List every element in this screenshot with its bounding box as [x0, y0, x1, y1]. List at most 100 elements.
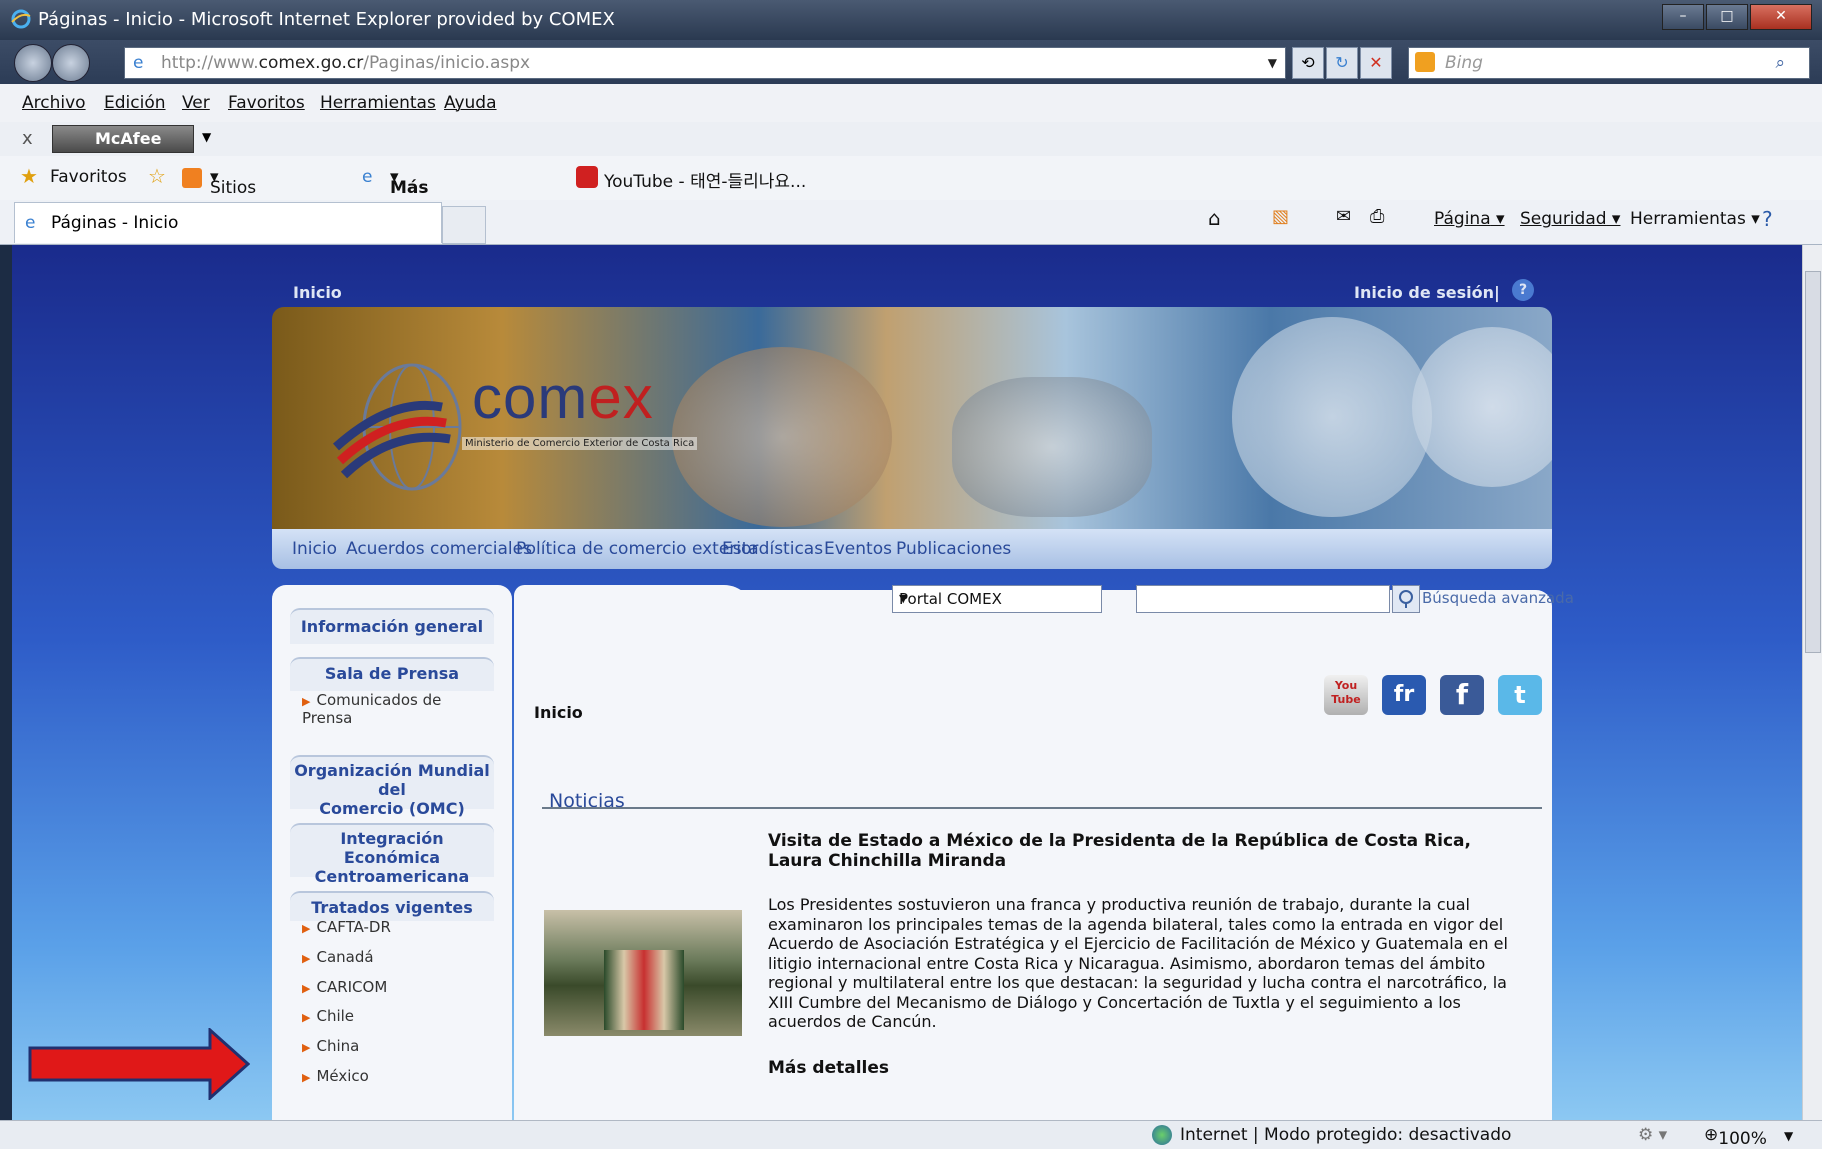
portal-select[interactable]: Portal COMEX ▼ [892, 585, 1102, 613]
news-title[interactable]: Visita de Estado a México de la Presiden… [768, 831, 1528, 871]
home-icon[interactable]: ⌂ [1208, 206, 1221, 230]
add-favorite-icon[interactable]: ☆ [148, 164, 166, 188]
sidebar-tratados[interactable]: Tratados vigentes [290, 891, 494, 921]
treaty-canada[interactable]: ▶ Canadá [302, 948, 374, 966]
red-arrow-annotation [28, 1028, 250, 1100]
news-divider [542, 807, 1542, 809]
treaty-caricom[interactable]: ▶ CARICOM [302, 978, 387, 996]
menu-herramientas[interactable]: Herramientas [320, 93, 436, 113]
news-image[interactable] [544, 910, 742, 1036]
treaty-chile[interactable]: ▶ Chile [302, 1007, 354, 1025]
youtube-link[interactable]: YouTube - 태연-들리나요... [604, 167, 806, 192]
news-body: Los Presidentes sostuvieron una franca y… [768, 895, 1508, 1031]
security-menu[interactable]: Seguridad ▾ [1520, 209, 1620, 229]
forward-button[interactable] [52, 44, 90, 82]
menu-ayuda[interactable]: Ayuda [444, 93, 497, 113]
tab-current[interactable]: e Páginas - Inicio [14, 202, 442, 243]
comex-logo[interactable]: comex Ministerio de Comercio Exterior de… [312, 357, 712, 497]
arrow-right-icon: ▶ [302, 982, 311, 995]
web-page: Inicio Inicio de sesión| ? comex Ministe… [12, 245, 1802, 1120]
url-path: /Paginas/inicio.aspx [363, 53, 531, 73]
feeds-icon[interactable]: ▧ [1272, 206, 1289, 227]
nav-eventos[interactable]: Eventos [824, 539, 892, 559]
toolbar-close-icon[interactable]: x [22, 128, 33, 149]
more-details-link[interactable]: Más detalles [768, 1058, 889, 1078]
treaty-cafta[interactable]: ▶ CAFTA-DR [302, 918, 391, 936]
advanced-search-link[interactable]: Búsqueda avanzada [1422, 589, 1574, 607]
title-bar: Páginas - Inicio - Microsoft Internet Ex… [0, 0, 1822, 40]
compat-view-button[interactable]: ⟲ [1292, 47, 1324, 79]
sidebar-sala-prensa[interactable]: Sala de Prensa [290, 657, 494, 691]
gear-icon[interactable]: ⚙ ▾ [1638, 1125, 1667, 1145]
url-domain: comex.go.cr [258, 53, 364, 73]
chevron-down-icon[interactable]: ▼ [1784, 1129, 1793, 1143]
nav-acuerdos[interactable]: Acuerdos comerciales [346, 539, 532, 559]
bing-icon [1415, 52, 1435, 72]
search-icon [1399, 590, 1413, 608]
search-icon[interactable]: ⌕ [1775, 48, 1785, 78]
treaty-china[interactable]: ▶ China [302, 1037, 359, 1055]
help-icon[interactable]: ? [1762, 207, 1773, 231]
menu-archivo[interactable]: Archivo [22, 93, 86, 113]
main-nav: Inicio Acuerdos comerciales Política de … [272, 529, 1552, 569]
menu-bar: Archivo Edición Ver Favoritos Herramient… [0, 84, 1822, 123]
twitter-social-icon[interactable]: t [1498, 675, 1542, 715]
flickr-social-icon[interactable]: fr [1382, 675, 1426, 715]
addons-link[interactable]: Más complementos ▾ [390, 167, 530, 218]
address-bar[interactable]: e http://www.comex.go.cr/Paginas/inicio.… [124, 47, 1286, 79]
nav-publicaciones[interactable]: Publicaciones [896, 539, 1011, 559]
chevron-down-icon: ▼ [899, 592, 908, 605]
security-zone[interactable]: Internet | Modo protegido: desactivado [1180, 1125, 1511, 1145]
arrow-right-icon: ▶ [302, 922, 311, 935]
nav-inicio[interactable]: Inicio [292, 539, 337, 559]
site-search-button[interactable] [1392, 585, 1420, 613]
minimize-button[interactable]: – [1662, 4, 1704, 30]
ie-icon [11, 9, 31, 29]
arrow-right-icon: ▶ [302, 1011, 311, 1024]
close-window-button[interactable]: ✕ [1750, 4, 1812, 30]
star-icon: ★ [20, 164, 38, 188]
favorites-button[interactable]: Favoritos [50, 167, 127, 187]
login-link[interactable]: Inicio de sesión| [1354, 283, 1500, 302]
nav-estadisticas[interactable]: Estadísticas [722, 539, 823, 559]
mcafee-button[interactable]: McAfee [52, 125, 194, 153]
maximize-button[interactable]: □ [1706, 4, 1748, 30]
print-icon[interactable]: ⎙ [1370, 206, 1384, 227]
treaty-mexico[interactable]: ▶ México [302, 1067, 369, 1085]
site-search-input[interactable] [1136, 585, 1390, 613]
chevron-down-icon[interactable]: ▼ [202, 130, 211, 144]
arrow-right-icon: ▶ [302, 1041, 311, 1054]
new-tab-button[interactable] [442, 206, 486, 244]
menu-ver[interactable]: Ver [182, 93, 210, 113]
stop-button[interactable]: ✕ [1360, 47, 1392, 79]
help-icon[interactable]: ? [1512, 279, 1534, 301]
refresh-button[interactable]: ↻ [1326, 47, 1358, 79]
scrollbar-thumb[interactable] [1805, 271, 1821, 653]
sidebar-integracion[interactable]: Integración Económica Centroamericana [290, 823, 494, 886]
facebook-social-icon[interactable]: f [1440, 675, 1484, 715]
breadcrumb[interactable]: Inicio [293, 283, 342, 302]
zoom-level[interactable]: ⊕ 100% [1704, 1125, 1767, 1149]
sidebar-omc[interactable]: Organización Mundial del Comercio (OMC) [290, 755, 494, 818]
suggested-sites-link[interactable]: Sitios sugeridos ▾ [210, 167, 293, 218]
back-button[interactable] [14, 44, 52, 82]
page-menu[interactable]: Página ▾ [1434, 209, 1505, 229]
left-sidebar: Información general Sala de Prensa ▶ Comu… [272, 585, 512, 1120]
search-input[interactable]: Bing ⌕ [1408, 47, 1810, 79]
sidebar-comunicados[interactable]: ▶ Comunicados de Prensa [302, 691, 441, 727]
menu-favoritos[interactable]: Favoritos [228, 93, 305, 113]
tools-menu[interactable]: Herramientas ▾ [1630, 209, 1760, 229]
chevron-down-icon[interactable]: ▼ [1268, 48, 1277, 78]
mail-icon[interactable]: ✉ [1336, 206, 1351, 227]
ie-tab-icon: e [25, 213, 36, 233]
favorites-bar: ★ Favoritos ☆ Sitios sugeridos ▾ e Más c… [0, 156, 1822, 218]
browser-window: Páginas - Inicio - Microsoft Internet Ex… [0, 0, 1822, 1149]
window-title: Páginas - Inicio - Microsoft Internet Ex… [38, 9, 615, 30]
sidebar-info-general[interactable]: Información general [290, 608, 494, 644]
youtube-social-icon[interactable]: You Tube [1324, 675, 1368, 715]
menu-edicion[interactable]: Edición [104, 93, 166, 113]
url-prefix: http://www. [161, 53, 259, 73]
arrow-right-icon: ▶ [302, 952, 311, 965]
vertical-scrollbar[interactable] [1802, 245, 1822, 1120]
mcafee-toolbar: x McAfee ▼ [0, 122, 1822, 157]
